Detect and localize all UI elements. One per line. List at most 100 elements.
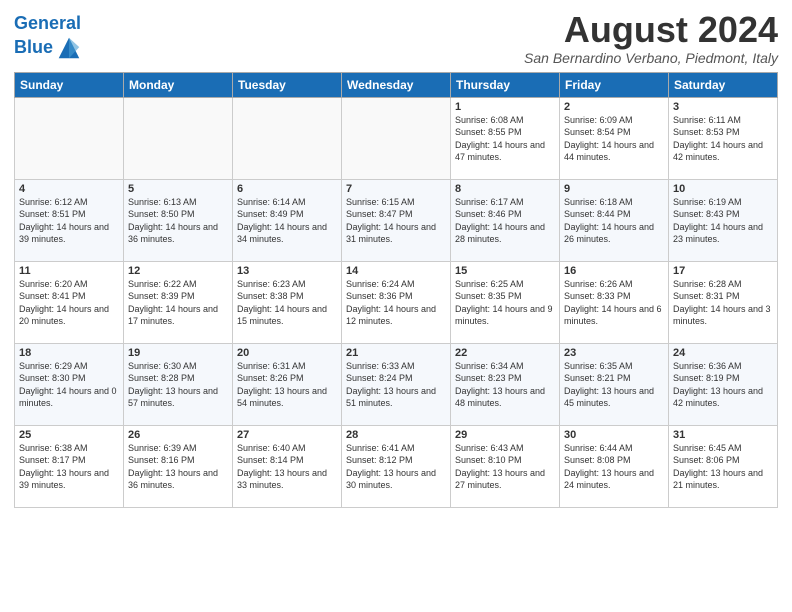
calendar-day-cell	[342, 97, 451, 179]
calendar-table: SundayMondayTuesdayWednesdayThursdayFrid…	[14, 72, 778, 508]
day-info: Sunrise: 6:09 AM Sunset: 8:54 PM Dayligh…	[564, 114, 664, 164]
day-number: 20	[237, 347, 337, 359]
weekday-header-tuesday: Tuesday	[233, 72, 342, 97]
day-info: Sunrise: 6:17 AM Sunset: 8:46 PM Dayligh…	[455, 196, 555, 246]
weekday-header-friday: Friday	[560, 72, 669, 97]
header: General Blue August 2024 San Bernardino …	[14, 10, 778, 66]
calendar-day-cell	[15, 97, 124, 179]
logo-icon	[55, 34, 83, 62]
day-info: Sunrise: 6:29 AM Sunset: 8:30 PM Dayligh…	[19, 360, 119, 410]
day-info: Sunrise: 6:35 AM Sunset: 8:21 PM Dayligh…	[564, 360, 664, 410]
calendar-day-cell: 17Sunrise: 6:28 AM Sunset: 8:31 PM Dayli…	[669, 261, 778, 343]
day-info: Sunrise: 6:22 AM Sunset: 8:39 PM Dayligh…	[128, 278, 228, 328]
calendar-day-cell: 11Sunrise: 6:20 AM Sunset: 8:41 PM Dayli…	[15, 261, 124, 343]
calendar-day-cell: 18Sunrise: 6:29 AM Sunset: 8:30 PM Dayli…	[15, 343, 124, 425]
day-number: 16	[564, 265, 664, 277]
day-info: Sunrise: 6:43 AM Sunset: 8:10 PM Dayligh…	[455, 442, 555, 492]
day-number: 22	[455, 347, 555, 359]
day-number: 10	[673, 183, 773, 195]
day-number: 15	[455, 265, 555, 277]
calendar-day-cell: 2Sunrise: 6:09 AM Sunset: 8:54 PM Daylig…	[560, 97, 669, 179]
calendar-day-cell: 31Sunrise: 6:45 AM Sunset: 8:06 PM Dayli…	[669, 425, 778, 507]
calendar-day-cell: 20Sunrise: 6:31 AM Sunset: 8:26 PM Dayli…	[233, 343, 342, 425]
day-info: Sunrise: 6:15 AM Sunset: 8:47 PM Dayligh…	[346, 196, 446, 246]
day-number: 7	[346, 183, 446, 195]
weekday-header-row: SundayMondayTuesdayWednesdayThursdayFrid…	[15, 72, 778, 97]
calendar-day-cell: 6Sunrise: 6:14 AM Sunset: 8:49 PM Daylig…	[233, 179, 342, 261]
calendar-day-cell: 3Sunrise: 6:11 AM Sunset: 8:53 PM Daylig…	[669, 97, 778, 179]
location: San Bernardino Verbano, Piedmont, Italy	[524, 50, 778, 66]
calendar-day-cell: 24Sunrise: 6:36 AM Sunset: 8:19 PM Dayli…	[669, 343, 778, 425]
calendar-day-cell: 22Sunrise: 6:34 AM Sunset: 8:23 PM Dayli…	[451, 343, 560, 425]
calendar-day-cell: 9Sunrise: 6:18 AM Sunset: 8:44 PM Daylig…	[560, 179, 669, 261]
day-info: Sunrise: 6:08 AM Sunset: 8:55 PM Dayligh…	[455, 114, 555, 164]
day-number: 5	[128, 183, 228, 195]
day-number: 8	[455, 183, 555, 195]
calendar-day-cell: 19Sunrise: 6:30 AM Sunset: 8:28 PM Dayli…	[124, 343, 233, 425]
day-number: 30	[564, 429, 664, 441]
day-info: Sunrise: 6:44 AM Sunset: 8:08 PM Dayligh…	[564, 442, 664, 492]
day-number: 14	[346, 265, 446, 277]
calendar-day-cell: 25Sunrise: 6:38 AM Sunset: 8:17 PM Dayli…	[15, 425, 124, 507]
day-info: Sunrise: 6:13 AM Sunset: 8:50 PM Dayligh…	[128, 196, 228, 246]
day-info: Sunrise: 6:18 AM Sunset: 8:44 PM Dayligh…	[564, 196, 664, 246]
day-info: Sunrise: 6:11 AM Sunset: 8:53 PM Dayligh…	[673, 114, 773, 164]
day-info: Sunrise: 6:28 AM Sunset: 8:31 PM Dayligh…	[673, 278, 773, 328]
calendar-week-row: 11Sunrise: 6:20 AM Sunset: 8:41 PM Dayli…	[15, 261, 778, 343]
day-info: Sunrise: 6:45 AM Sunset: 8:06 PM Dayligh…	[673, 442, 773, 492]
day-info: Sunrise: 6:39 AM Sunset: 8:16 PM Dayligh…	[128, 442, 228, 492]
day-number: 11	[19, 265, 119, 277]
day-number: 13	[237, 265, 337, 277]
calendar-day-cell: 26Sunrise: 6:39 AM Sunset: 8:16 PM Dayli…	[124, 425, 233, 507]
calendar-day-cell: 1Sunrise: 6:08 AM Sunset: 8:55 PM Daylig…	[451, 97, 560, 179]
day-info: Sunrise: 6:25 AM Sunset: 8:35 PM Dayligh…	[455, 278, 555, 328]
page-container: General Blue August 2024 San Bernardino …	[0, 0, 792, 516]
logo-subtext: Blue	[14, 34, 83, 62]
calendar-week-row: 4Sunrise: 6:12 AM Sunset: 8:51 PM Daylig…	[15, 179, 778, 261]
day-number: 19	[128, 347, 228, 359]
title-block: August 2024 San Bernardino Verbano, Pied…	[524, 10, 778, 66]
weekday-header-saturday: Saturday	[669, 72, 778, 97]
day-info: Sunrise: 6:23 AM Sunset: 8:38 PM Dayligh…	[237, 278, 337, 328]
day-info: Sunrise: 6:33 AM Sunset: 8:24 PM Dayligh…	[346, 360, 446, 410]
day-number: 28	[346, 429, 446, 441]
day-number: 6	[237, 183, 337, 195]
day-number: 24	[673, 347, 773, 359]
calendar-day-cell: 16Sunrise: 6:26 AM Sunset: 8:33 PM Dayli…	[560, 261, 669, 343]
month-title: August 2024	[524, 10, 778, 50]
calendar-day-cell: 10Sunrise: 6:19 AM Sunset: 8:43 PM Dayli…	[669, 179, 778, 261]
day-info: Sunrise: 6:24 AM Sunset: 8:36 PM Dayligh…	[346, 278, 446, 328]
day-number: 25	[19, 429, 119, 441]
day-number: 18	[19, 347, 119, 359]
day-number: 17	[673, 265, 773, 277]
calendar-day-cell: 7Sunrise: 6:15 AM Sunset: 8:47 PM Daylig…	[342, 179, 451, 261]
day-number: 26	[128, 429, 228, 441]
day-number: 1	[455, 101, 555, 113]
day-number: 29	[455, 429, 555, 441]
calendar-day-cell: 29Sunrise: 6:43 AM Sunset: 8:10 PM Dayli…	[451, 425, 560, 507]
calendar-day-cell: 12Sunrise: 6:22 AM Sunset: 8:39 PM Dayli…	[124, 261, 233, 343]
day-number: 4	[19, 183, 119, 195]
day-info: Sunrise: 6:38 AM Sunset: 8:17 PM Dayligh…	[19, 442, 119, 492]
day-number: 21	[346, 347, 446, 359]
calendar-day-cell	[124, 97, 233, 179]
day-number: 2	[564, 101, 664, 113]
calendar-day-cell: 30Sunrise: 6:44 AM Sunset: 8:08 PM Dayli…	[560, 425, 669, 507]
calendar-week-row: 25Sunrise: 6:38 AM Sunset: 8:17 PM Dayli…	[15, 425, 778, 507]
day-info: Sunrise: 6:40 AM Sunset: 8:14 PM Dayligh…	[237, 442, 337, 492]
day-info: Sunrise: 6:20 AM Sunset: 8:41 PM Dayligh…	[19, 278, 119, 328]
calendar-week-row: 18Sunrise: 6:29 AM Sunset: 8:30 PM Dayli…	[15, 343, 778, 425]
day-info: Sunrise: 6:41 AM Sunset: 8:12 PM Dayligh…	[346, 442, 446, 492]
weekday-header-sunday: Sunday	[15, 72, 124, 97]
calendar-day-cell: 28Sunrise: 6:41 AM Sunset: 8:12 PM Dayli…	[342, 425, 451, 507]
logo: General Blue	[14, 14, 83, 62]
calendar-day-cell: 8Sunrise: 6:17 AM Sunset: 8:46 PM Daylig…	[451, 179, 560, 261]
weekday-header-thursday: Thursday	[451, 72, 560, 97]
calendar-day-cell: 4Sunrise: 6:12 AM Sunset: 8:51 PM Daylig…	[15, 179, 124, 261]
day-number: 12	[128, 265, 228, 277]
calendar-day-cell: 27Sunrise: 6:40 AM Sunset: 8:14 PM Dayli…	[233, 425, 342, 507]
weekday-header-monday: Monday	[124, 72, 233, 97]
logo-text: General	[14, 14, 83, 34]
day-number: 9	[564, 183, 664, 195]
weekday-header-wednesday: Wednesday	[342, 72, 451, 97]
